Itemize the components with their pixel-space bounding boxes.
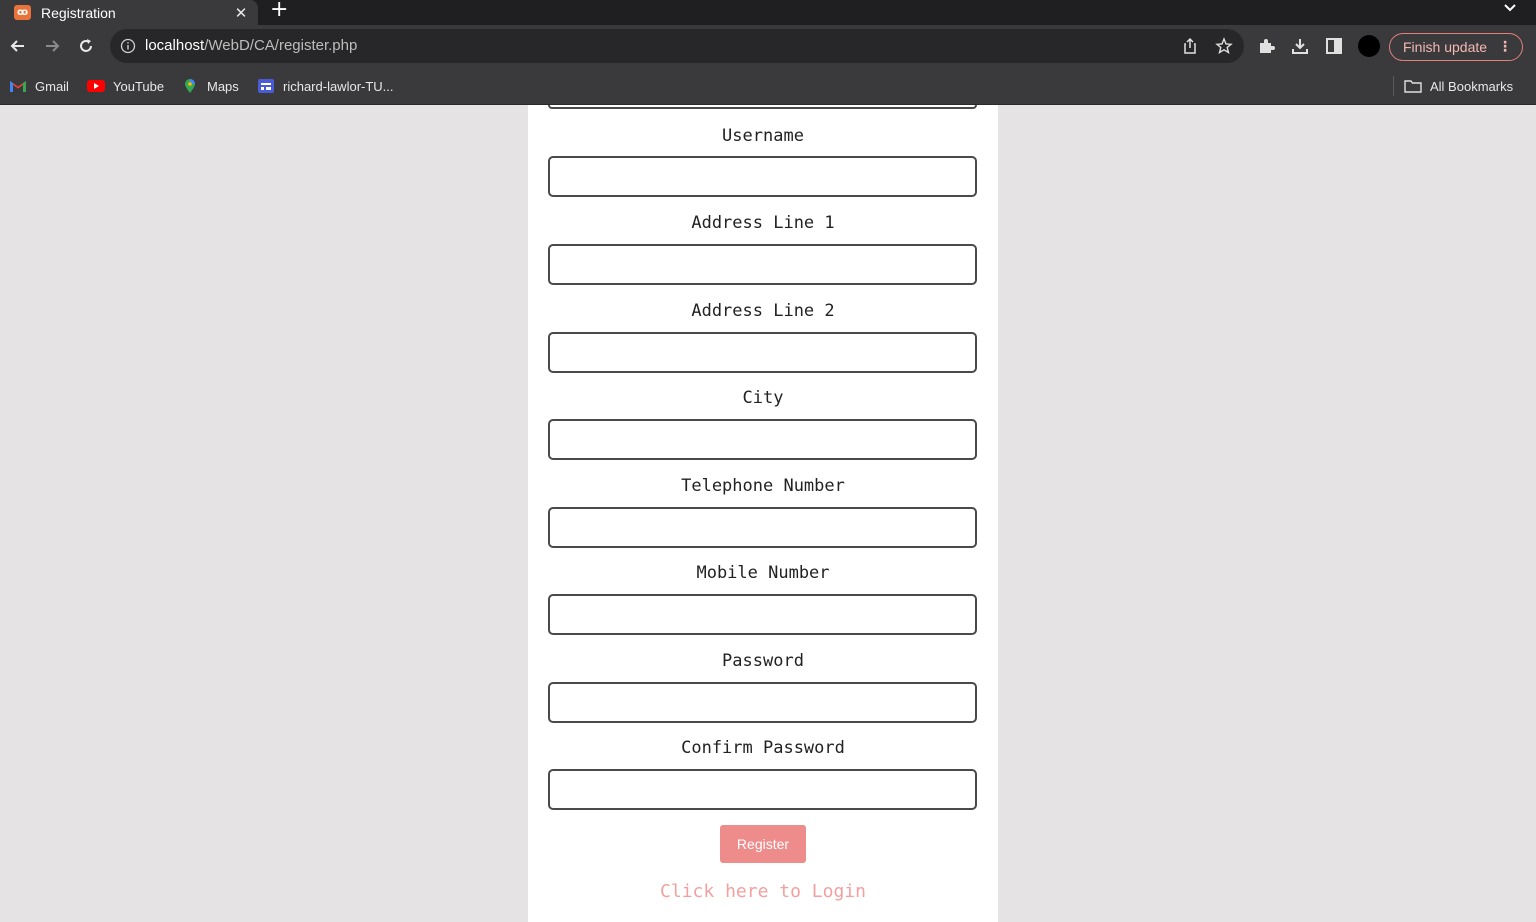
page-viewport: Username Address Line 1 Address Line 2 C… — [0, 105, 1536, 922]
new-tab-icon[interactable]: + — [270, 0, 288, 22]
board-icon — [258, 79, 274, 93]
bookmark-label: Maps — [207, 78, 239, 94]
extensions-icon[interactable] — [1257, 37, 1275, 55]
bookmark-richard-lawlor[interactable]: richard-lawlor-TU... — [257, 77, 394, 95]
reload-icon[interactable] — [76, 36, 96, 56]
address-line-1-label: Address Line 1 — [691, 213, 835, 233]
clipped-input-field[interactable] — [548, 105, 977, 109]
close-tab-icon[interactable]: ✕ — [230, 4, 252, 22]
bookmark-label: YouTube — [113, 78, 165, 94]
site-info-icon[interactable] — [120, 38, 136, 54]
profile-avatar[interactable] — [1358, 35, 1380, 57]
registration-form: Username Address Line 1 Address Line 2 C… — [528, 105, 998, 922]
confirm-password-input[interactable] — [548, 769, 977, 810]
bookmarks-bar: Gmail YouTube Maps richard-lawlor-TU... … — [0, 67, 1536, 105]
telephone-number-input[interactable] — [548, 507, 977, 548]
city-input[interactable] — [548, 419, 977, 460]
back-icon[interactable] — [8, 36, 28, 56]
download-icon[interactable] — [1291, 37, 1309, 55]
side-panel-icon[interactable] — [1325, 37, 1343, 55]
city-label: City — [742, 388, 784, 408]
bookmark-star-icon[interactable] — [1215, 37, 1233, 55]
address-bar[interactable]: localhost/WebD/CA/register.php — [110, 29, 1244, 63]
browser-tab[interactable]: ꝏ Registration ✕ — [0, 0, 258, 25]
more-menu-icon[interactable]: ⋮ — [1498, 34, 1512, 60]
url-path: /WebD/CA/register.php — [204, 37, 358, 54]
all-bookmarks-label: All Bookmarks — [1430, 78, 1514, 94]
share-icon[interactable] — [1181, 37, 1199, 55]
url-text[interactable]: localhost/WebD/CA/register.php — [145, 37, 357, 54]
bookmark-youtube[interactable]: YouTube — [87, 77, 164, 95]
finish-update-button[interactable]: Finish update ⋮ — [1389, 33, 1523, 61]
tab-title: Registration — [41, 4, 116, 21]
address-line-1-input[interactable] — [548, 244, 977, 285]
password-input[interactable] — [548, 682, 977, 723]
maps-icon — [185, 79, 195, 93]
browser-toolbar: localhost/WebD/CA/register.php Finish up… — [0, 25, 1536, 67]
gmail-icon — [10, 81, 26, 92]
telephone-number-label: Telephone Number — [681, 476, 845, 496]
tab-search-chevron-icon[interactable] — [1502, 0, 1518, 16]
address-line-2-input[interactable] — [548, 332, 977, 373]
username-label: Username — [722, 126, 804, 146]
bookmark-label: Gmail — [35, 78, 69, 94]
xampp-icon: ꝏ — [14, 5, 31, 20]
username-input[interactable] — [548, 156, 977, 197]
youtube-icon — [87, 80, 105, 92]
bookmark-maps[interactable]: Maps — [181, 77, 239, 95]
forward-icon[interactable] — [42, 36, 62, 56]
folder-icon — [1404, 80, 1422, 93]
bookmark-label: richard-lawlor-TU... — [283, 78, 394, 94]
mobile-number-label: Mobile Number — [696, 563, 830, 583]
address-line-2-label: Address Line 2 — [691, 301, 835, 321]
register-button[interactable]: Register — [720, 825, 806, 863]
password-label: Password — [722, 651, 804, 671]
mobile-number-input[interactable] — [548, 594, 977, 635]
all-bookmarks-button[interactable]: All Bookmarks — [1404, 77, 1513, 95]
confirm-password-label: Confirm Password — [681, 738, 845, 758]
bookmark-gmail[interactable]: Gmail — [9, 77, 69, 95]
url-host: localhost — [145, 37, 205, 54]
finish-update-label: Finish update — [1403, 39, 1488, 55]
tab-strip: ꝏ Registration ✕ + — [0, 0, 1536, 25]
login-link[interactable]: Click here to Login — [528, 881, 998, 902]
bookmarks-divider — [1393, 76, 1394, 96]
